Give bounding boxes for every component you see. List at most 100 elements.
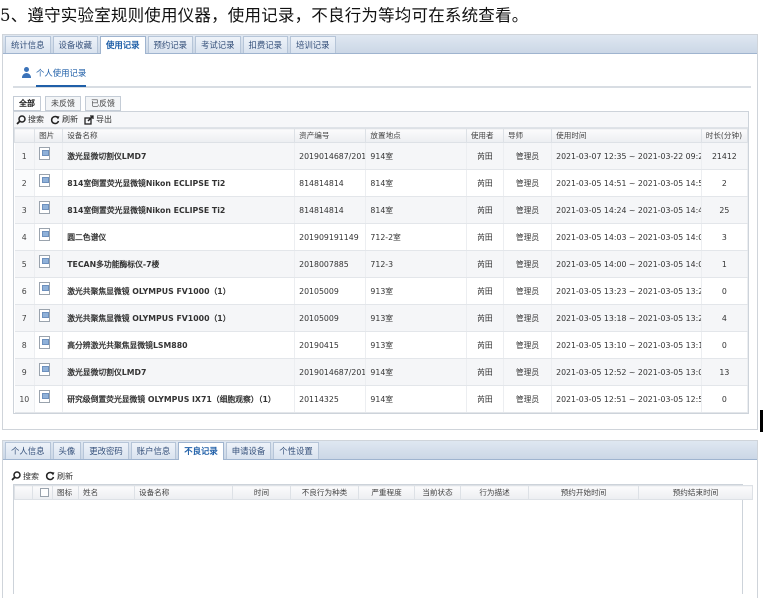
column-header: 图片 bbox=[34, 128, 64, 143]
export-button[interactable]: 导出 bbox=[84, 114, 112, 125]
section-header: 个人使用记录 bbox=[13, 58, 751, 88]
mentor: 管理员 bbox=[503, 196, 553, 224]
tab-panel2-0[interactable]: 个人信息 bbox=[5, 442, 51, 459]
asset-number: 2019014687/2019 bbox=[294, 358, 367, 386]
refresh-label: 刷新 bbox=[62, 115, 78, 124]
search-icon bbox=[16, 114, 26, 125]
device-name[interactable]: 激光共聚焦显微镜 OLYMPUS FV1000（1） bbox=[62, 304, 296, 332]
column-header: 设备名称 bbox=[62, 128, 296, 143]
device-name[interactable]: 激光显微切割仪LMD7 bbox=[62, 358, 296, 386]
mentor: 管理员 bbox=[503, 142, 553, 170]
subtab-1[interactable]: 未反馈 bbox=[45, 96, 81, 111]
column-header bbox=[14, 485, 33, 500]
asset-number: 20105009 bbox=[294, 304, 367, 332]
bad-records-table: 图标 姓名 设备名称 时间 不良行为种类 严重程度 当前状态 行为描述 预约开始时间 预约结束时间 bbox=[14, 485, 753, 500]
table-row[interactable]: 6 激光共聚焦显微镜 OLYMPUS FV1000（1） 20105009 913室芮… bbox=[14, 277, 749, 305]
tab-panel1-3[interactable]: 预约记录 bbox=[147, 36, 193, 53]
row-number: 9 bbox=[14, 358, 36, 386]
tab-panel2-1[interactable]: 头像 bbox=[52, 442, 82, 459]
tab-panel2-3[interactable]: 账户信息 bbox=[130, 442, 177, 459]
device-name[interactable]: 激光共聚焦显微镜 OLYMPUS FV1000（1） bbox=[62, 277, 296, 305]
duration: 0 bbox=[701, 385, 749, 413]
table-row[interactable]: 10 研究级倒置荧光显微镜 OLYMPUS IX71（细胞观察）（1） 201143… bbox=[14, 385, 749, 413]
broken-image-icon bbox=[39, 308, 51, 322]
usage-time: 2021-03-07 12:35 ~ 2021-03-22 09:28 bbox=[551, 142, 702, 170]
table-row[interactable]: 7 激光共聚焦显微镜 OLYMPUS FV1000（1） 20105009 913室芮… bbox=[14, 304, 749, 332]
usage-tabbar: 统计信息 设备收藏 使用记录 预约记录 考试记录 扣费记录 培训记录 bbox=[3, 35, 757, 54]
device-name[interactable]: 研究级倒置荧光显微镜 OLYMPUS IX71（细胞观察）（1） bbox=[62, 385, 296, 413]
location: 712-2室 bbox=[365, 223, 467, 251]
export-icon bbox=[84, 114, 94, 125]
broken-image-icon bbox=[39, 362, 51, 376]
tab-panel1-0[interactable]: 统计信息 bbox=[5, 36, 51, 53]
tab-panel1-2[interactable]: 使用记录 bbox=[100, 36, 146, 54]
image-cell bbox=[34, 277, 64, 305]
tab-panel2-6[interactable]: 个性设置 bbox=[273, 442, 319, 459]
row-number: 2 bbox=[14, 169, 36, 197]
asset-number: 20190415 bbox=[294, 331, 367, 359]
select-all-checkbox[interactable] bbox=[40, 488, 49, 497]
usage-time: 2021-03-05 13:10 ~ 2021-03-05 13:10 bbox=[551, 331, 702, 359]
table-row[interactable]: 4 圆二色谱仪 201909191149 712-2室 芮田 管理员 2021-03-05 … bbox=[14, 223, 749, 251]
duration: 13 bbox=[701, 358, 749, 386]
table-row[interactable]: 3 814室倒置荧光显微镜Nikon ECLIPSE Ti2 814814814 81… bbox=[14, 196, 749, 224]
broken-image-icon bbox=[39, 389, 51, 403]
column-header: 图标 bbox=[52, 485, 79, 500]
tab-panel2-4[interactable]: 不良记录 bbox=[178, 442, 224, 460]
tab-panel1-6[interactable]: 培训记录 bbox=[290, 36, 336, 53]
tab-panel2-5[interactable]: 申请设备 bbox=[225, 442, 272, 459]
mentor: 管理员 bbox=[503, 277, 553, 305]
table-row[interactable]: 2 814室倒置荧光显微镜Nikon ECLIPSE Ti2 814814814 81… bbox=[14, 169, 749, 197]
search-button[interactable]: 搜索 bbox=[16, 114, 44, 125]
table-row[interactable]: 8 高分辨激光共聚焦显微镜LSM880 20190415 913室 芮田 管理员 2021-… bbox=[14, 331, 749, 359]
asset-number: 2018007885 bbox=[294, 250, 367, 278]
bad-records-grid: 图标 姓名 设备名称 时间 不良行为种类 严重程度 当前状态 行为描述 预约开始时间 预约结束时间 bbox=[13, 484, 753, 594]
export-label: 导出 bbox=[96, 115, 112, 124]
broken-image-icon bbox=[39, 254, 51, 268]
tab-panel2-2[interactable]: 更改密码 bbox=[83, 442, 129, 459]
broken-image-icon bbox=[39, 335, 51, 349]
device-name[interactable]: 814室倒置荧光显微镜Nikon ECLIPSE Ti2 bbox=[62, 169, 296, 197]
device-name[interactable]: 圆二色谱仪 bbox=[62, 223, 296, 251]
table-row[interactable]: 5 TECAN多功能酶标仪-7楼 2018007885 712-3 芮田 管理员 2021-… bbox=[14, 250, 749, 278]
usage-time: 2021-03-05 12:51 ~ 2021-03-05 12:52 bbox=[551, 385, 702, 413]
device-name[interactable]: 激光显微切割仪LMD7 bbox=[62, 142, 296, 170]
usage-time: 2021-03-05 14:51 ~ 2021-03-05 14:53 bbox=[551, 169, 702, 197]
subtab-2[interactable]: 已反馈 bbox=[85, 96, 121, 111]
duration: 1 bbox=[701, 250, 749, 278]
mentor: 管理员 bbox=[503, 304, 553, 332]
duration: 4 bbox=[701, 304, 749, 332]
column-header: 时间 bbox=[232, 485, 291, 500]
usage-time: 2021-03-05 13:23 ~ 2021-03-05 13:24 bbox=[551, 277, 702, 305]
location: 712-3 bbox=[365, 250, 467, 278]
broken-image-icon bbox=[39, 173, 51, 187]
usage-time: 2021-03-05 14:24 ~ 2021-03-05 14:49 bbox=[551, 196, 702, 224]
asset-number: 2019014687/2019 bbox=[294, 142, 367, 170]
column-header: 不良行为种类 bbox=[290, 485, 359, 500]
device-name[interactable]: TECAN多功能酶标仪-7楼 bbox=[62, 250, 296, 278]
user: 芮田 bbox=[466, 277, 504, 305]
user: 芮田 bbox=[466, 196, 504, 224]
table-row[interactable]: 1 激光显微切割仪LMD7 2019014687/2019 914室 芮田 管理员 2021… bbox=[14, 142, 749, 170]
search-icon bbox=[11, 471, 21, 481]
grid-toolbar: 搜索 刷新 导出 bbox=[14, 112, 748, 128]
device-name[interactable]: 高分辨激光共聚焦显微镜LSM880 bbox=[62, 331, 296, 359]
tab-panel1-5[interactable]: 扣费记录 bbox=[242, 36, 288, 53]
tab-panel1-1[interactable]: 设备收藏 bbox=[52, 36, 98, 53]
user: 芮田 bbox=[466, 304, 504, 332]
column-header: 资产编号 bbox=[294, 128, 367, 143]
usage-time: 2021-03-05 14:03 ~ 2021-03-05 14:06 bbox=[551, 223, 702, 251]
subtab-0[interactable]: 全部 bbox=[13, 96, 41, 111]
mentor: 管理员 bbox=[503, 358, 553, 386]
user: 芮田 bbox=[466, 223, 504, 251]
tab-panel1-4[interactable]: 考试记录 bbox=[195, 36, 241, 53]
usage-time: 2021-03-05 12:52 ~ 2021-03-05 13:06 bbox=[551, 358, 702, 386]
refresh-button-2[interactable]: 刷新 bbox=[45, 471, 73, 482]
table-row[interactable]: 9 激光显微切割仪LMD7 2019014687/2019 914室 芮田 管理员 2021… bbox=[14, 358, 749, 386]
refresh-button[interactable]: 刷新 bbox=[50, 114, 78, 125]
search-label: 搜索 bbox=[28, 115, 44, 124]
device-name[interactable]: 814室倒置荧光显微镜Nikon ECLIPSE Ti2 bbox=[62, 196, 296, 224]
user: 芮田 bbox=[466, 169, 504, 197]
column-header: 使用时间 bbox=[551, 128, 702, 143]
search-button-2[interactable]: 搜索 bbox=[11, 471, 39, 482]
